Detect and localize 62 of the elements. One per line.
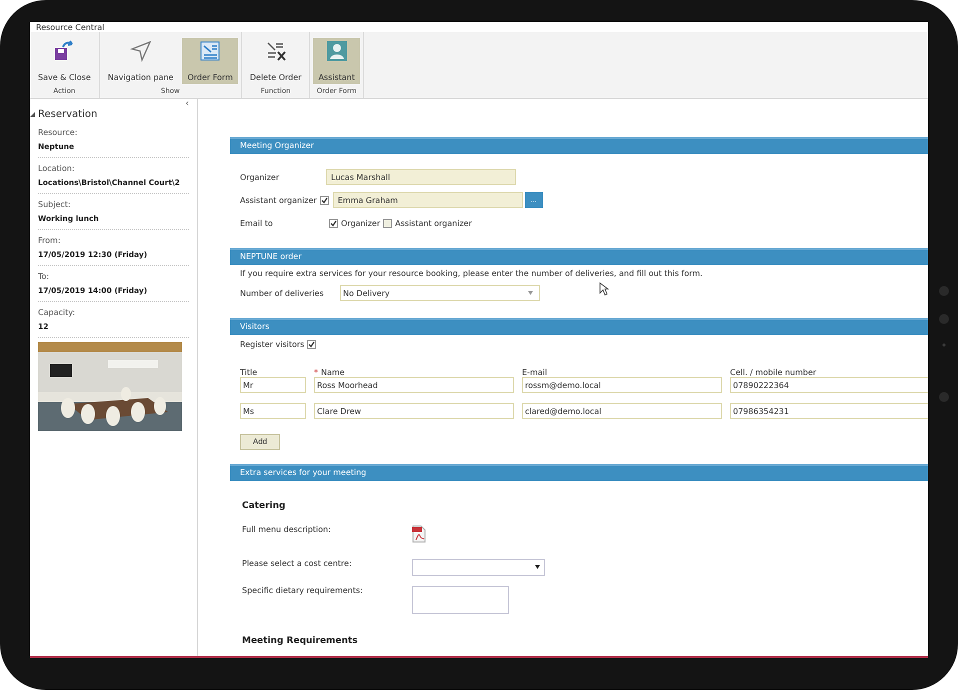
visitor-input[interactable]: 07986354231 xyxy=(730,403,928,419)
window-title: Resource Central xyxy=(36,24,104,32)
field-label: Please select a cost centre: xyxy=(242,558,353,568)
checkbox-label: Organizer xyxy=(341,218,380,228)
field-label: Number of deliveries xyxy=(240,288,325,298)
field-label: Subject: xyxy=(38,200,72,209)
section-header: Visitors xyxy=(230,318,928,335)
visitor-input[interactable]: Clare Drew xyxy=(314,403,514,419)
deliveries-dropdown[interactable]: No Delivery xyxy=(340,285,540,301)
section-header: Meeting Organizer xyxy=(230,137,928,154)
field-label: Assistant organizer xyxy=(240,196,317,204)
checkbox[interactable] xyxy=(383,218,392,228)
visitor-input[interactable]: Ms xyxy=(240,403,306,419)
caret-icon xyxy=(528,291,533,295)
checkbox-label: Assistant organizer xyxy=(395,218,472,228)
visitor-input[interactable]: rossm@demo.local xyxy=(522,377,722,393)
visitor-input[interactable]: 07890222364 xyxy=(730,377,928,393)
subsection-title: Catering xyxy=(241,500,286,510)
checkbox[interactable] xyxy=(320,196,329,204)
section-header: Extra services for your meeting xyxy=(230,464,928,480)
navigation-arrow-icon xyxy=(130,40,152,62)
delete-document-icon xyxy=(264,40,287,62)
required-mark: * xyxy=(314,368,318,377)
ribbon-button[interactable]: Order Form xyxy=(182,38,238,84)
visitor-input[interactable]: Ross Moorhead xyxy=(314,377,514,393)
info-text: If you require extra services for your resource booking, please enter the number of deliveries, and fill out this form. xyxy=(239,268,704,278)
add-button[interactable]: Add xyxy=(240,434,280,450)
collapse-button[interactable]: ‹ xyxy=(185,99,189,109)
field-label: Full menu description: xyxy=(242,524,332,534)
form-icon xyxy=(199,40,222,62)
checkbox[interactable] xyxy=(329,218,338,228)
ribbon-button[interactable]: Navigation pane xyxy=(102,38,178,84)
field-label: Register visitors xyxy=(240,340,304,348)
section-heading: Reservation xyxy=(38,109,98,120)
field-label: Resource: xyxy=(38,128,78,137)
organizer-field[interactable]: Lucas Marshall xyxy=(326,169,516,185)
expand-triangle-icon[interactable] xyxy=(30,112,36,118)
visitor-input[interactable]: Mr xyxy=(240,377,306,393)
field-label: From: xyxy=(38,236,62,245)
visitor-input[interactable]: clared@demo.local xyxy=(522,403,722,419)
section-header: NEPTUNE order xyxy=(230,248,928,265)
checkbox[interactable] xyxy=(307,340,316,348)
field-label: Capacity: xyxy=(38,308,76,317)
ribbon-button[interactable]: Assistant xyxy=(313,38,360,84)
subsection-title: Meeting Requirements xyxy=(241,634,359,646)
mouse-cursor-icon xyxy=(599,282,609,296)
assistant-field[interactable]: Emma Graham xyxy=(332,192,523,208)
column-header: E-mail xyxy=(522,368,548,377)
column-header: Name xyxy=(321,368,345,377)
ribbon-button[interactable]: Delete Order xyxy=(244,38,306,84)
field-label: Specific dietary requirements: xyxy=(242,586,364,594)
pdf-file-icon[interactable] xyxy=(412,524,426,542)
field-label: To: xyxy=(38,272,50,281)
save-icon xyxy=(53,40,76,62)
column-header: Cell. / mobile number xyxy=(730,368,816,377)
field-label: Email to xyxy=(240,218,274,228)
column-header: Title xyxy=(240,368,258,377)
field-label: Organizer xyxy=(240,172,280,182)
person-icon xyxy=(326,40,348,62)
ribbon-button[interactable]: Save & Close xyxy=(33,38,96,84)
caret-icon xyxy=(535,565,540,569)
field-label: Location: xyxy=(38,164,76,173)
